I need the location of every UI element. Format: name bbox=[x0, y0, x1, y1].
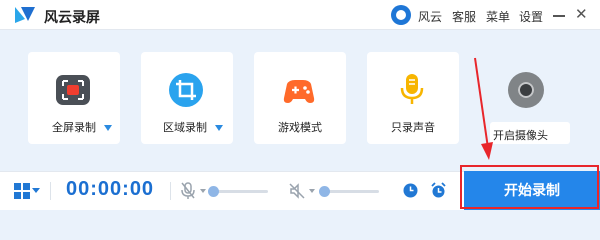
app-logo-icon bbox=[15, 7, 35, 23]
region-crop-icon bbox=[169, 73, 203, 107]
settings-link[interactable]: 设置 bbox=[519, 8, 543, 25]
layout-grid-icon[interactable] bbox=[14, 183, 30, 199]
close-button[interactable]: ✕ bbox=[575, 7, 588, 22]
microphone-muted-icon[interactable] bbox=[181, 182, 195, 200]
brand-link[interactable]: 风云 bbox=[418, 8, 442, 25]
app-title: 风云录屏 bbox=[44, 9, 100, 25]
camera-icon[interactable] bbox=[508, 72, 544, 108]
region-record-label: 区域录制 bbox=[163, 122, 207, 134]
recording-timer: 00:00:00 bbox=[66, 178, 155, 200]
fullscreen-record-card[interactable]: 全屏录制 bbox=[28, 52, 120, 144]
alarm-timer-icon[interactable] bbox=[430, 182, 447, 199]
brand-icon[interactable] bbox=[391, 5, 411, 25]
red-highlight-box bbox=[460, 165, 599, 209]
audio-only-label: 只录声音 bbox=[391, 122, 435, 134]
fullscreen-dropdown-caret-icon[interactable] bbox=[104, 125, 112, 132]
speaker-dropdown-caret-icon[interactable] bbox=[309, 189, 315, 193]
microphone-icon bbox=[400, 74, 424, 104]
fullscreen-record-icon bbox=[56, 75, 90, 105]
audio-only-card[interactable]: 只录声音 bbox=[367, 52, 459, 144]
minimize-button[interactable] bbox=[552, 7, 566, 23]
game-mode-card[interactable]: 游戏模式 bbox=[254, 52, 346, 144]
region-dropdown-caret-icon[interactable] bbox=[215, 125, 223, 132]
divider bbox=[50, 182, 51, 200]
speaker-muted-icon[interactable] bbox=[289, 183, 305, 199]
schedule-clock-icon[interactable] bbox=[403, 183, 418, 198]
fullscreen-record-label: 全屏录制 bbox=[52, 122, 96, 134]
layout-dropdown-caret-icon[interactable] bbox=[32, 188, 40, 193]
game-mode-label: 游戏模式 bbox=[278, 122, 322, 134]
speaker-volume-knob[interactable] bbox=[319, 186, 330, 197]
divider bbox=[170, 182, 171, 200]
region-record-card[interactable]: 区域录制 bbox=[141, 52, 233, 144]
mic-dropdown-caret-icon[interactable] bbox=[200, 189, 206, 193]
gamepad-icon bbox=[283, 80, 315, 103]
camera-label: 开启摄像头 bbox=[493, 130, 548, 142]
mic-volume-knob[interactable] bbox=[208, 186, 219, 197]
menu-link[interactable]: 菜单 bbox=[486, 8, 510, 25]
red-arrow-annotation bbox=[474, 57, 493, 160]
customer-service-link[interactable]: 客服 bbox=[452, 8, 476, 25]
